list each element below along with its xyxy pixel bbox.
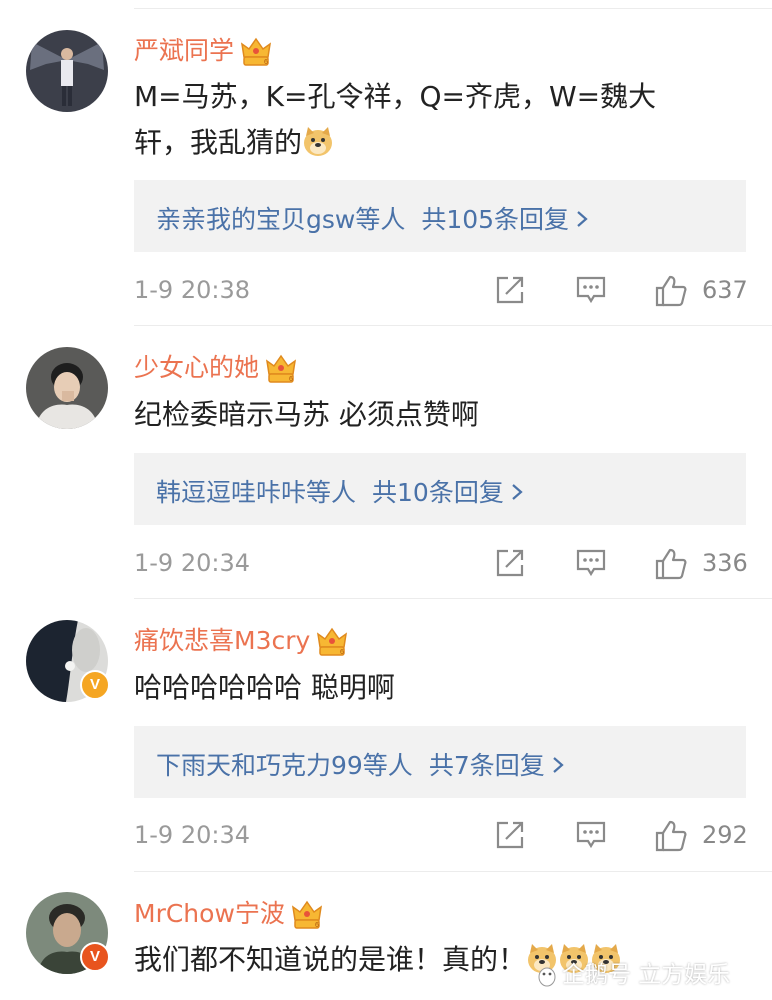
- comment-text: M=马苏，K=孔令祥，Q=齐虎，W=魏大 轩，我乱猜的: [134, 80, 657, 159]
- timestamp: 1-9 20:34: [134, 821, 250, 849]
- chevron-right-icon: [552, 757, 564, 773]
- watermark: 企鹅号 立方娱乐: [536, 955, 730, 989]
- reply-users: 下雨天和巧克力99等人: [156, 751, 413, 780]
- username[interactable]: 少女心的她: [134, 348, 297, 384]
- crown-vip-icon: [292, 901, 322, 930]
- comment-meta: 1-9 20:34 336: [134, 547, 748, 581]
- username[interactable]: 严斌同学: [134, 31, 272, 67]
- chevron-right-icon: [512, 484, 523, 500]
- comment-icon[interactable]: [575, 819, 607, 851]
- top-divider: [134, 8, 772, 9]
- avatar[interactable]: [26, 30, 108, 112]
- username[interactable]: MrChow宁波: [134, 894, 323, 930]
- avatar[interactable]: V: [26, 620, 110, 702]
- crown-vip-icon: [317, 628, 348, 657]
- divider: [134, 598, 772, 599]
- comment-meta: 1-9 20:38 637: [134, 274, 748, 308]
- comment-icon[interactable]: [575, 274, 607, 306]
- avatar[interactable]: V: [26, 892, 110, 974]
- crown-vip-icon: [241, 38, 271, 67]
- reply-count[interactable]: 共10条回复: [372, 478, 504, 507]
- reply-preview-box[interactable]: 下雨天和巧克力99等人 共7条回复: [134, 726, 746, 798]
- comment-icon[interactable]: [575, 547, 607, 579]
- reply-count[interactable]: 共7条回复: [429, 751, 545, 780]
- comment-text: 纪检委暗示马苏 必须点赞啊: [134, 398, 479, 431]
- reply-users: 亲亲我的宝贝gsw等人: [156, 205, 406, 234]
- divider: [134, 325, 772, 326]
- comment-text: 哈哈哈哈哈哈 聪明啊: [134, 671, 395, 704]
- like-count: 637: [702, 276, 748, 304]
- share-icon[interactable]: [494, 274, 526, 306]
- share-icon[interactable]: [494, 819, 526, 851]
- avatar[interactable]: [26, 347, 108, 429]
- verified-badge: V: [80, 670, 110, 700]
- reply-preview-box[interactable]: 韩逗逗哇咔咔等人 共10条回复: [134, 453, 746, 525]
- thumbs-up-icon[interactable]: [654, 547, 688, 581]
- reply-count[interactable]: 共105条回复: [421, 205, 569, 234]
- like-count: 292: [702, 821, 748, 849]
- username[interactable]: 痛饮悲喜M3cry: [134, 621, 348, 657]
- thumbs-up-icon[interactable]: [654, 819, 688, 853]
- reply-preview-box[interactable]: 亲亲我的宝贝gsw等人 共105条回复: [134, 180, 746, 252]
- chevron-right-icon: [577, 211, 588, 227]
- divider: [134, 871, 772, 872]
- thumbs-up-icon[interactable]: [654, 274, 688, 308]
- reply-users: 韩逗逗哇咔咔等人: [156, 478, 357, 507]
- doge-emoji-icon: [304, 127, 333, 156]
- comment-meta: 1-9 20:34 292: [134, 819, 748, 853]
- penguin-logo-icon: [538, 967, 556, 986]
- share-icon[interactable]: [494, 547, 526, 579]
- timestamp: 1-9 20:38: [134, 276, 250, 304]
- crown-vip-icon: [266, 355, 296, 384]
- timestamp: 1-9 20:34: [134, 549, 250, 577]
- verified-badge: V: [80, 942, 110, 972]
- like-count: 336: [702, 549, 748, 577]
